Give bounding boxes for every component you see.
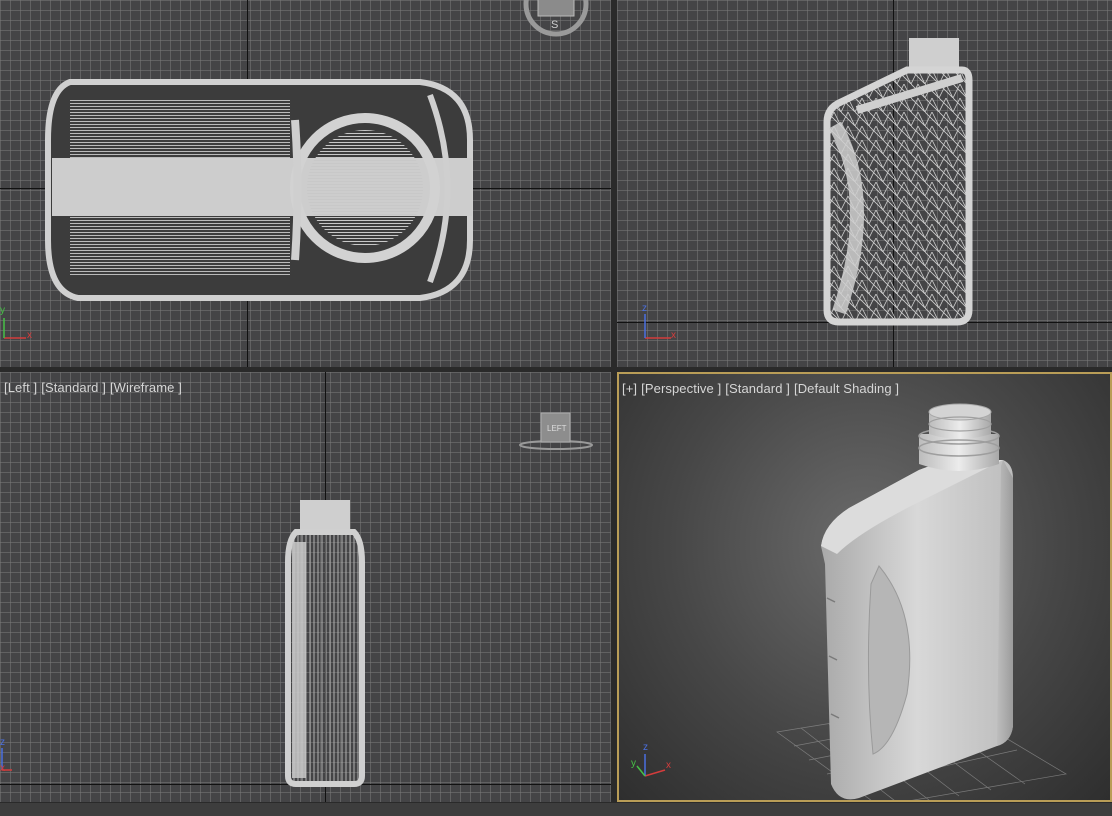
viewport-perspective[interactable]: [+] [Perspective ] [Standard ] [Default Sha… [617,372,1112,802]
axis-tripod-perspective [636,754,666,777]
axis-label-x: x [0,763,5,774]
viewport-splitter-vertical[interactable] [611,0,617,815]
axis-tripod-front [644,314,671,339]
bottom-toolbar-strip [0,802,1112,816]
axis-label-z: z [643,742,648,753]
axis-tripod-top [3,318,26,339]
axis-label-y: y [631,758,636,769]
axis-label-x: x [671,330,676,341]
axis-tripod-left [1,748,12,771]
viewport-left[interactable]: [Left ] [Standard ] [Wireframe ] LEFT z x [0,372,611,802]
viewport-top[interactable]: S x y [0,0,611,367]
axis-label-z: z [642,303,647,314]
axis-label-x: x [27,330,32,341]
viewport-splitter-horizontal[interactable] [0,367,1112,372]
axis-label-z: z [0,737,5,748]
axis-label-x: x [666,760,671,771]
viewport-front[interactable]: x z [617,0,1112,367]
axis-label-y: y [0,305,5,316]
